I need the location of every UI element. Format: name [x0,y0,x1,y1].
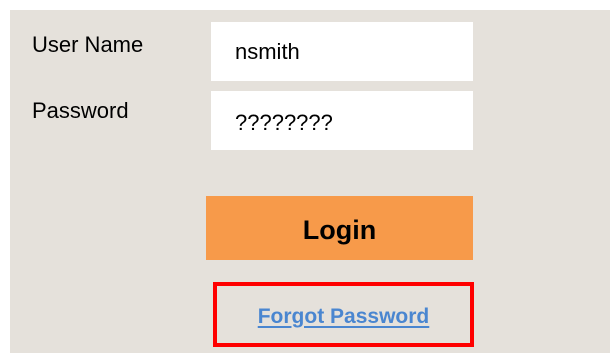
login-panel: User Name nsmith Password ???????? Login… [10,10,610,353]
password-value: ???????? [235,109,333,135]
forgot-password-link[interactable]: Forgot Password [258,305,430,329]
password-label: Password [32,98,129,123]
login-button[interactable]: Login [206,196,473,260]
username-value: nsmith [235,38,300,64]
username-field[interactable]: nsmith [211,22,473,81]
login-button-label: Login [302,214,377,245]
username-label: User Name [32,32,144,57]
password-field[interactable]: ???????? [211,91,473,150]
forgot-password-highlight: Forgot Password [213,282,474,347]
